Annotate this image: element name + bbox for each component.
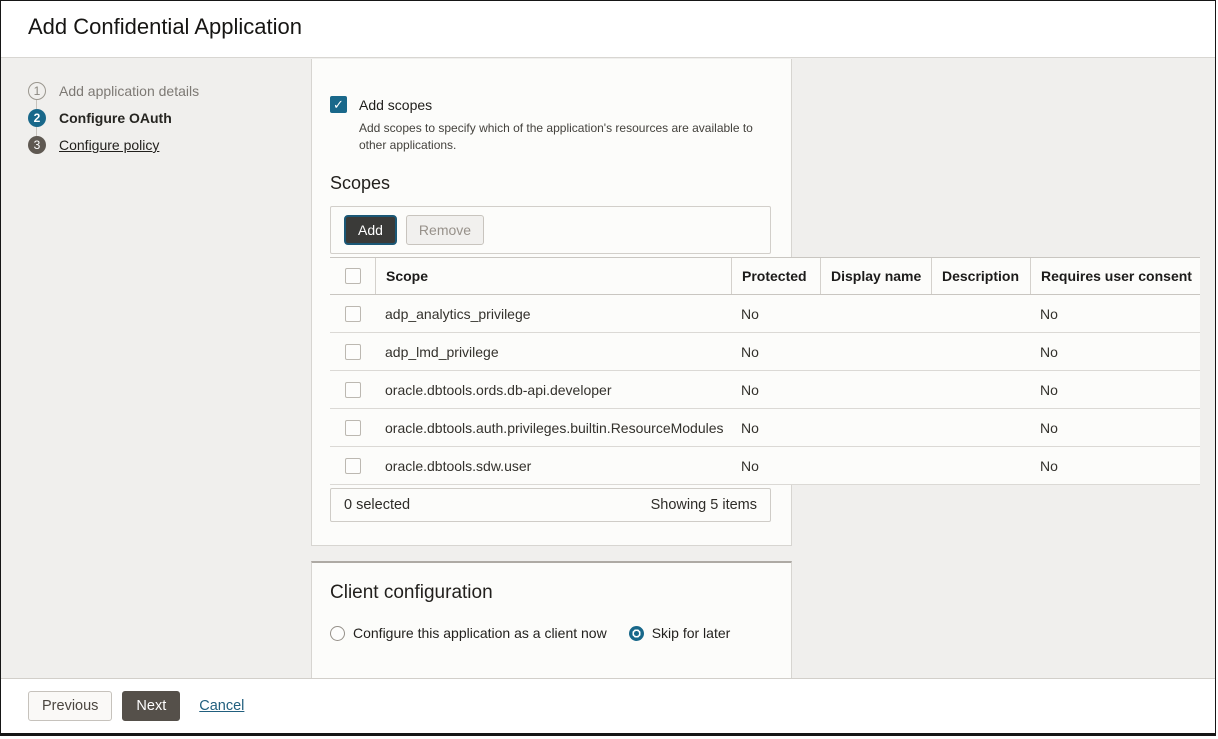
client-configuration-card: Client configuration Configure this appl… [311,561,792,682]
step-number-badge: 2 [28,109,46,127]
add-scopes-checkbox[interactable]: ✓ [330,96,347,113]
remove-button[interactable]: Remove [406,215,484,245]
table-row: adp_analytics_privilegeNoNo [330,295,1200,333]
column-header-description[interactable]: Description [931,258,1030,294]
step-label: Add application details [59,83,199,99]
step-number-badge: 3 [28,136,46,154]
select-all-cell [330,258,375,294]
scopes-table-footer: 0 selected Showing 5 items [330,488,771,522]
requires-user-consent-cell: No [1030,382,1200,398]
radio-label: Configure this application as a client n… [353,625,607,641]
radio-label: Skip for later [652,625,731,641]
scope-cell: oracle.dbtools.ords.db-api.developer [375,382,731,398]
scope-cell: adp_lmd_privilege [375,344,731,360]
add-confidential-application-dialog: Add Confidential Application 1 Add applic… [0,0,1216,736]
scope-cell: oracle.dbtools.sdw.user [375,458,731,474]
wizard-steps: 1 Add application details 2 Configure OAuth… [28,82,199,163]
table-row: oracle.dbtools.auth.privileges.builtin.R… [330,409,1200,447]
requires-user-consent-cell: No [1030,420,1200,436]
oauth-scopes-card: ✓ Add scopes Add scopes to specify which… [311,59,792,546]
protected-cell: No [731,420,820,436]
previous-button[interactable]: Previous [28,691,112,721]
dialog-header: Add Confidential Application [1,1,1215,58]
protected-cell: No [731,458,820,474]
requires-user-consent-cell: No [1030,306,1200,322]
step-label: Configure OAuth [59,110,172,126]
step-number-badge: 1 [28,82,46,100]
add-scopes-row: ✓ Add scopes [330,96,432,113]
add-scopes-label: Add scopes [359,97,432,113]
step-label[interactable]: Configure policy [59,137,159,153]
select-all-checkbox[interactable] [345,268,361,284]
row-checkbox[interactable] [345,306,361,322]
page-title: Add Confidential Application [28,14,302,40]
row-checkbox-cell [330,458,375,474]
selected-count: 0 selected [344,497,410,513]
wizard-step-1[interactable]: 1 Add application details [28,82,199,100]
column-header-protected[interactable]: Protected [731,258,820,294]
radio-icon[interactable] [330,626,345,641]
table-row: adp_lmd_privilegeNoNo [330,333,1200,371]
scopes-heading: Scopes [330,173,390,194]
row-checkbox-cell [330,420,375,436]
client-configuration-heading: Client configuration [330,582,493,604]
showing-count: Showing 5 items [651,497,757,513]
row-checkbox-cell [330,344,375,360]
row-checkbox-cell [330,306,375,322]
table-row: oracle.dbtools.sdw.userNoNo [330,447,1200,485]
radio-option-configure-now[interactable]: Configure this application as a client n… [330,625,607,641]
requires-user-consent-cell: No [1030,458,1200,474]
row-checkbox[interactable] [345,420,361,436]
requires-user-consent-cell: No [1030,344,1200,360]
scopes-table: Scope Protected Display name Description… [330,257,1200,485]
next-button[interactable]: Next [122,691,180,721]
wizard-footer-bar: Previous Next Cancel [1,678,1215,733]
radio-option-skip-for-later[interactable]: Skip for later [629,625,731,641]
row-checkbox[interactable] [345,344,361,360]
column-header-scope[interactable]: Scope [375,258,731,294]
scopes-table-body: adp_analytics_privilegeNoNoadp_lmd_privi… [330,295,1200,485]
column-header-display-name[interactable]: Display name [820,258,931,294]
add-button[interactable]: Add [344,215,397,245]
wizard-step-3[interactable]: 3 Configure policy [28,136,199,154]
row-checkbox[interactable] [345,458,361,474]
row-checkbox[interactable] [345,382,361,398]
row-checkbox-cell [330,382,375,398]
scope-cell: oracle.dbtools.auth.privileges.builtin.R… [375,420,731,436]
protected-cell: No [731,344,820,360]
cancel-link[interactable]: Cancel [199,698,244,714]
scopes-table-header: Scope Protected Display name Description… [330,257,1200,295]
column-header-requires-user-consent[interactable]: Requires user consent [1030,258,1200,294]
protected-cell: No [731,306,820,322]
radio-icon[interactable] [629,626,644,641]
add-scopes-description: Add scopes to specify which of the appli… [359,120,759,154]
client-configuration-options: Configure this application as a client n… [330,625,730,641]
protected-cell: No [731,382,820,398]
wizard-step-2[interactable]: 2 Configure OAuth [28,109,199,127]
scopes-toolbar: Add Remove [330,206,771,254]
table-row: oracle.dbtools.ords.db-api.developerNoNo [330,371,1200,409]
scope-cell: adp_analytics_privilege [375,306,731,322]
